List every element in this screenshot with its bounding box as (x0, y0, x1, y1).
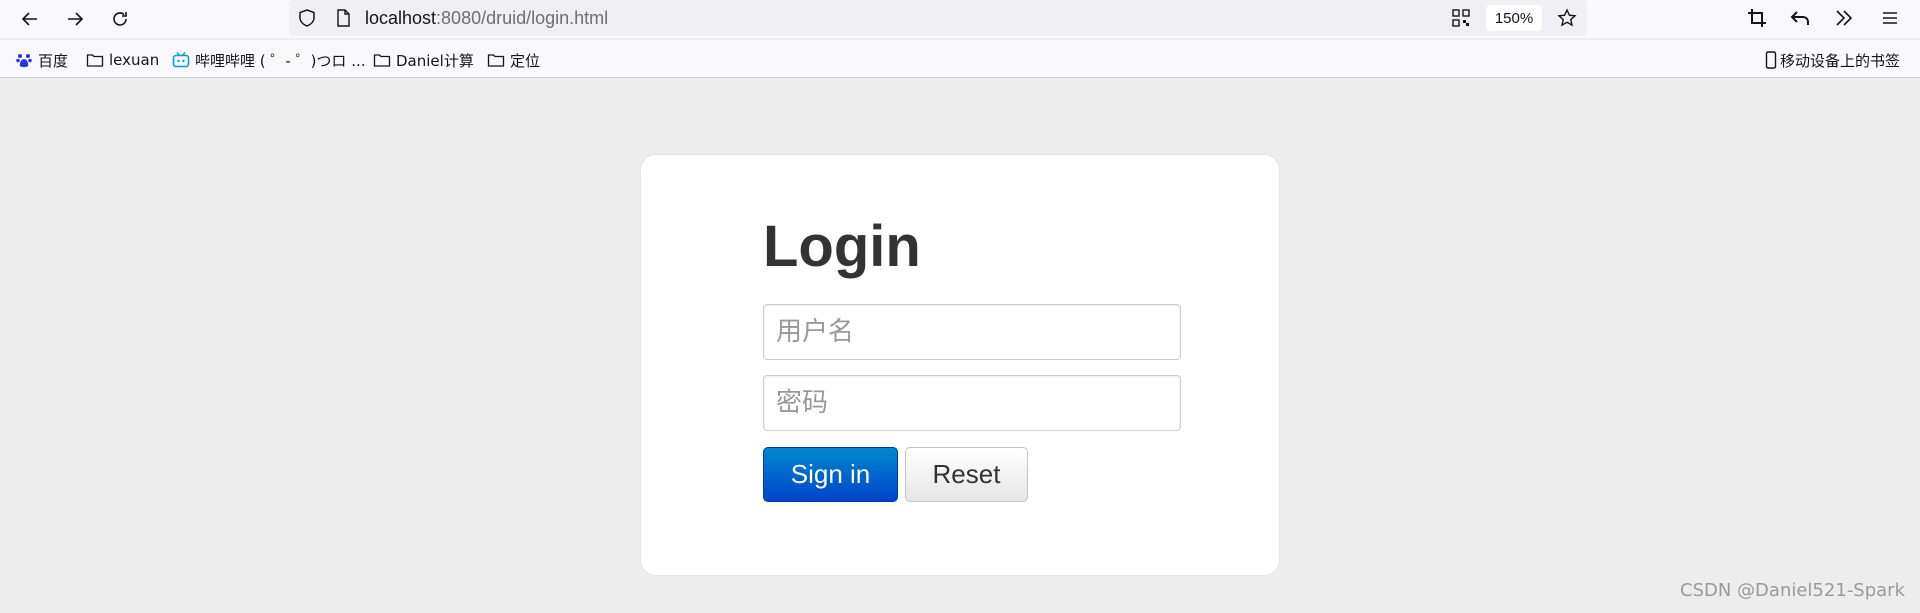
mobile-bookmarks[interactable]: 移动设备上的书签 (1765, 49, 1900, 71)
url-text[interactable]: localhost:8080/druid/login.html (365, 8, 608, 29)
reload-button[interactable] (105, 4, 135, 34)
back-button[interactable] (15, 4, 45, 34)
bookmark-bilibili[interactable]: 哔哩哔哩 ( ゜- ゜)つロ ... (172, 49, 366, 71)
overflow-button[interactable] (1832, 6, 1856, 30)
hamburger-icon (1883, 12, 1897, 24)
screenshot-button[interactable] (1745, 6, 1769, 30)
folder-icon (487, 51, 505, 69)
page-title: Login (763, 214, 921, 279)
browser-toolbar: localhost:8080/druid/login.html 150% (0, 0, 1920, 38)
watermark: CSDN @Daniel521-Spark (1680, 580, 1905, 601)
bookmarks-bar: 百度 lexuan 哔哩哔哩 ( ゜- ゜)つロ ... Daniel计算 定位… (0, 40, 1920, 78)
folder-icon (86, 51, 104, 69)
double-chevron-icon (1836, 10, 1853, 26)
bookmark-label: lexuan (109, 51, 160, 69)
bookmark-star-icon[interactable] (1557, 8, 1577, 28)
undo-button[interactable] (1788, 6, 1812, 30)
bookmark-baidu[interactable]: 百度 (15, 49, 68, 71)
forward-button[interactable] (60, 4, 90, 34)
bookmark-lexuan[interactable]: lexuan (86, 49, 159, 71)
mobile-phone-icon (1765, 51, 1777, 69)
url-host: localhost (365, 8, 437, 28)
page-icon[interactable] (333, 8, 353, 28)
shield-icon[interactable] (297, 8, 317, 28)
username-input[interactable] (763, 304, 1181, 360)
bookmark-label: 百度 (38, 51, 69, 70)
login-card (640, 154, 1280, 576)
bookmark-label: 定位 (510, 51, 541, 70)
arrow-left-icon (21, 12, 37, 26)
bilibili-tv-icon (172, 51, 190, 69)
bookmark-daniel[interactable]: Daniel计算 (373, 49, 474, 71)
zoom-level-button[interactable]: 150% (1486, 5, 1542, 31)
sign-in-button[interactable]: Sign in (763, 447, 898, 502)
url-path: :8080/druid/login.html (436, 8, 609, 28)
qr-code-icon[interactable] (1451, 8, 1471, 28)
mobile-bookmarks-label: 移动设备上的书签 (1780, 51, 1901, 70)
password-input[interactable] (763, 375, 1181, 431)
arrow-right-icon (68, 12, 84, 26)
bookmark-label: Daniel计算 (396, 51, 474, 70)
crop-icon (1748, 9, 1766, 27)
undo-arrow-icon (1790, 11, 1809, 25)
menu-button[interactable] (1878, 6, 1902, 30)
folder-icon (373, 51, 391, 69)
reset-button[interactable]: Reset (905, 447, 1028, 502)
baidu-paw-icon (15, 51, 33, 69)
bookmark-label: 哔哩哔哩 ( ゜- ゜)つロ ... (195, 51, 366, 70)
reload-icon (113, 12, 127, 26)
bookmark-location[interactable]: 定位 (487, 49, 540, 71)
